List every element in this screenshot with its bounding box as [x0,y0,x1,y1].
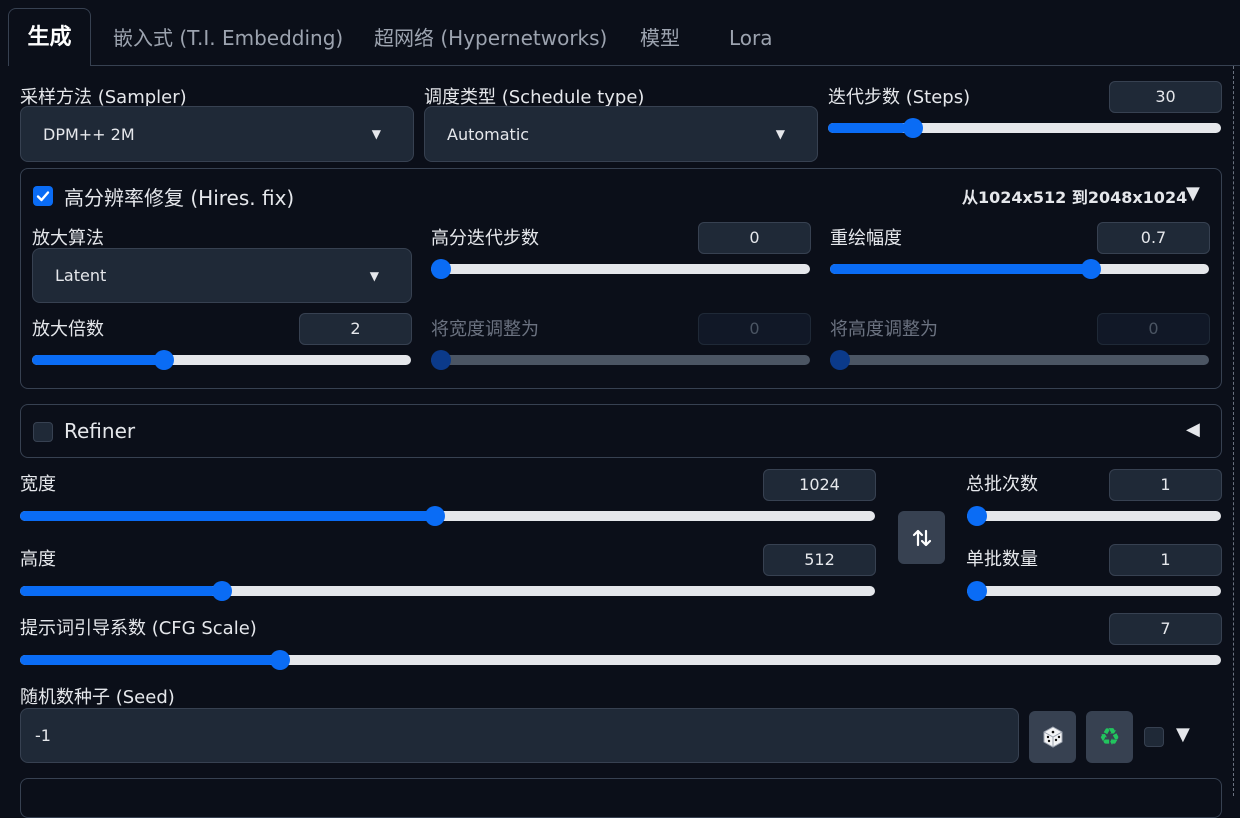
upscale-by-slider[interactable] [32,350,411,370]
seed-input[interactable]: -1 [20,708,1019,763]
denoise-input[interactable]: 0.7 [1097,222,1210,254]
batch-count-input[interactable]: 1 [1109,469,1222,501]
refiner-toggle-icon[interactable]: ◀ [1186,419,1200,440]
upscaler-dropdown[interactable]: Latent ▼ [32,248,412,303]
hires-steps-slider-thumb[interactable] [431,259,451,279]
denoise-slider-fill [830,264,1096,274]
steps-slider[interactable] [828,118,1221,138]
width-label: 宽度 [20,474,56,495]
resize-height-slider-thumb[interactable] [830,350,850,370]
hires-fix-toggle-icon[interactable]: ▼ [1186,183,1200,204]
schedule-dropdown[interactable]: Automatic ▼ [424,106,818,162]
resize-width-slider[interactable] [431,350,810,370]
scroll-divider [1233,66,1234,796]
upscale-by-slider-fill [32,355,161,365]
resize-width-label: 将宽度调整为 [431,319,539,340]
steps-input[interactable]: 30 [1109,81,1222,113]
batch-size-slider-thumb[interactable] [967,581,987,601]
tab-lora[interactable]: Lora [729,0,773,66]
resize-height-label: 将高度调整为 [830,319,938,340]
steps-slider-thumb[interactable] [902,118,923,138]
hires-steps-slider[interactable] [431,259,810,279]
resize-width-input[interactable]: 0 [698,313,811,345]
random-seed-button[interactable] [1029,711,1076,763]
width-slider-thumb[interactable] [424,506,445,526]
seed-extra-toggle-icon[interactable]: ▼ [1176,724,1190,745]
tab-hypernetworks[interactable]: 超网络 (Hypernetworks) [374,0,607,66]
denoise-slider[interactable] [830,259,1209,279]
cfg-label: 提示词引导系数 (CFG Scale) [20,618,257,639]
steps-slider-fill [828,123,907,133]
resize-height-input[interactable]: 0 [1097,313,1210,345]
upscaler-value: Latent [55,266,107,285]
resize-height-slider[interactable] [830,350,1209,370]
hires-fix-summary: 从1024x512 到2048x1024 [962,188,1188,207]
swap-vertical-icon [912,529,931,546]
seed-extra-checkbox[interactable] [1144,727,1164,747]
cfg-slider-fill [20,655,275,665]
denoise-label: 重绘幅度 [830,228,902,249]
hires-fix-checkbox[interactable] [33,186,53,206]
steps-label: 迭代步数 (Steps) [828,87,971,108]
chevron-down-icon: ▼ [371,127,381,141]
hires-steps-input[interactable]: 0 [698,222,811,254]
upscale-by-input[interactable]: 2 [299,313,412,345]
seed-value: -1 [35,726,51,745]
width-slider[interactable] [20,506,875,526]
tab-generate[interactable]: 生成 [8,8,91,66]
height-slider[interactable] [20,581,875,601]
swap-dimensions-button[interactable] [898,511,945,564]
hires-steps-label: 高分迭代步数 [431,228,539,249]
refiner-label: Refiner [64,419,136,443]
check-icon [36,191,50,202]
schedule-value: Automatic [447,124,530,144]
height-input[interactable]: 512 [763,544,876,576]
batch-count-slider-thumb[interactable] [967,506,987,526]
cfg-input[interactable]: 7 [1109,613,1222,645]
batch-count-label: 总批次数 [966,474,1038,495]
tab-embedding[interactable]: 嵌入式 (T.I. Embedding) [113,0,343,66]
batch-size-label: 单批数量 [966,549,1038,570]
refiner-checkbox[interactable] [33,422,53,442]
recycle-icon: ♻ [1098,723,1121,751]
width-slider-fill [20,511,435,521]
upscale-by-slider-thumb[interactable] [154,350,175,370]
upscaler-label: 放大算法 [32,228,104,249]
height-slider-thumb[interactable] [212,581,233,601]
batch-size-slider[interactable] [967,581,1221,601]
height-slider-fill [20,586,217,596]
chevron-down-icon: ▼ [369,269,379,283]
width-input[interactable]: 1024 [763,469,876,501]
seed-label: 随机数种子 (Seed) [20,687,175,708]
sampler-dropdown[interactable]: DPM++ 2M ▼ [20,106,414,162]
cfg-slider[interactable] [20,650,1221,670]
next-panel [20,778,1222,818]
resize-width-slider-thumb[interactable] [431,350,451,370]
reuse-seed-button[interactable]: ♻ [1086,711,1133,763]
batch-count-slider[interactable] [967,506,1221,526]
refiner-panel [20,404,1222,458]
height-label: 高度 [20,549,56,570]
sampler-value: DPM++ 2M [43,124,135,144]
hires-fix-label: 高分辨率修复 (Hires. fix) [64,186,295,210]
tab-models[interactable]: 模型 [640,0,680,66]
batch-size-input[interactable]: 1 [1109,544,1222,576]
cfg-slider-thumb[interactable] [270,650,291,670]
dice-icon [1043,726,1062,748]
chevron-down-icon: ▼ [775,127,785,141]
upscale-by-label: 放大倍数 [32,319,104,340]
